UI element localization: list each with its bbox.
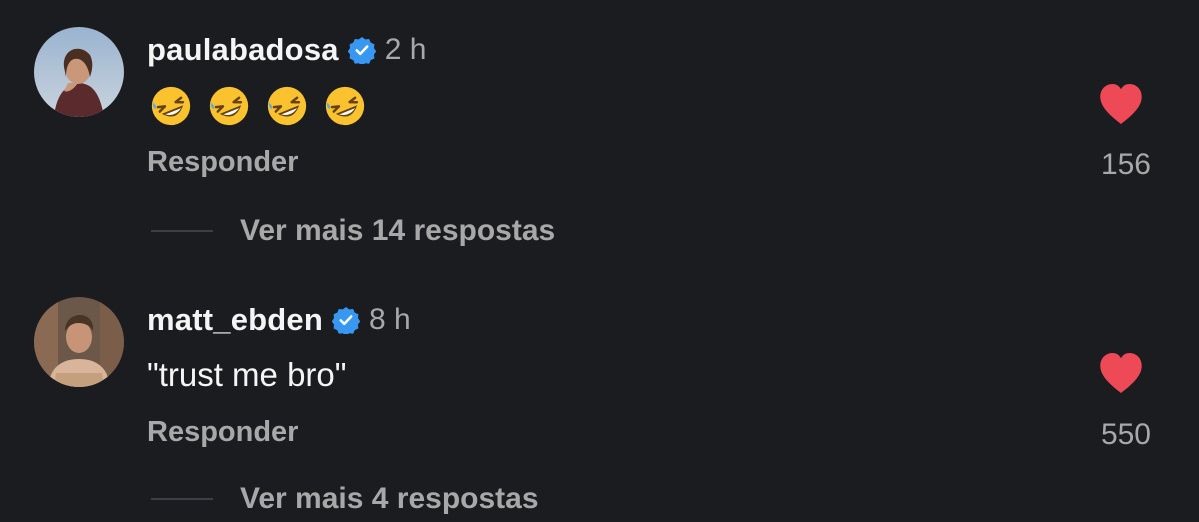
- avatar-image: [34, 27, 124, 117]
- avatar[interactable]: [34, 27, 124, 117]
- comment-header: matt_ebden 8 h: [147, 300, 411, 340]
- reply-button[interactable]: Responder: [147, 416, 298, 449]
- view-more-replies-button[interactable]: Ver mais 4 respostas: [151, 479, 539, 519]
- username[interactable]: matt_ebden: [147, 302, 323, 338]
- comment-emoji-row: [148, 83, 368, 129]
- view-more-replies-label: Ver mais 14 respostas: [240, 214, 556, 247]
- comment-text: "trust me bro": [147, 356, 347, 393]
- view-more-replies-button[interactable]: Ver mais 14 respostas: [151, 211, 555, 251]
- comment-time: 8 h: [368, 303, 411, 336]
- like-count: 156: [1100, 148, 1151, 181]
- verified-badge-icon: [347, 36, 376, 64]
- heart-icon[interactable]: [1098, 352, 1144, 394]
- view-more-replies-label: Ver mais 4 respostas: [240, 482, 539, 515]
- rolling-on-floor-laughing-icon: [264, 83, 310, 129]
- username[interactable]: paulabadosa: [147, 32, 339, 68]
- avatar-image: [34, 297, 124, 387]
- replies-divider: [151, 498, 213, 500]
- verified-badge-icon: [331, 306, 360, 334]
- replies-divider: [151, 230, 213, 232]
- rolling-on-floor-laughing-icon: [322, 83, 368, 129]
- comment-header: paulabadosa 2 h: [147, 30, 426, 70]
- rolling-on-floor-laughing-icon: [148, 83, 194, 129]
- reply-button[interactable]: Responder: [147, 146, 298, 179]
- rolling-on-floor-laughing-icon: [206, 83, 252, 129]
- heart-icon[interactable]: [1098, 83, 1144, 125]
- avatar[interactable]: [34, 297, 124, 387]
- like-count: 550: [1100, 418, 1151, 451]
- comment-time: 2 h: [384, 33, 427, 66]
